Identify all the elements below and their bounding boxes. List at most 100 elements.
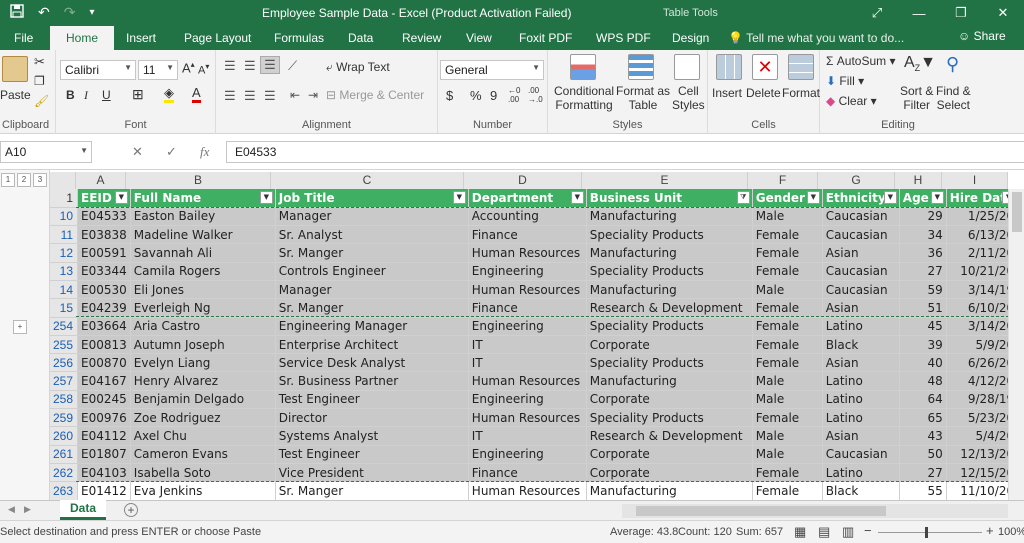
table-cell[interactable]: Manufacturing — [586, 280, 753, 300]
zoom-slider-track[interactable] — [878, 532, 982, 533]
font-size-combo[interactable]: 11 ▼ — [138, 60, 178, 80]
autosum-button[interactable]: Σ AutoSum ▾ — [826, 54, 895, 68]
table-cell[interactable]: Service Desk Analyst — [275, 353, 469, 373]
table-cell[interactable]: Cameron Evans — [130, 445, 276, 464]
table-cell[interactable]: Human Resources — [468, 243, 587, 263]
table-cell[interactable]: E04103 — [77, 463, 131, 483]
decrease-decimal-icon[interactable]: .00 →.0 — [528, 86, 543, 104]
table-cell[interactable]: E01807 — [77, 445, 131, 464]
redo-icon[interactable]: ↷ — [64, 4, 76, 21]
table-cell[interactable]: E00813 — [77, 335, 131, 355]
format-button[interactable]: Format — [782, 86, 820, 100]
align-center-icon[interactable]: ☰ — [244, 88, 256, 104]
column-header-c[interactable]: C — [271, 172, 464, 189]
table-cell[interactable]: Speciality Products — [586, 353, 753, 373]
increase-decimal-icon[interactable]: ←0.00 — [508, 86, 520, 104]
table-cell[interactable]: Manager — [275, 207, 469, 227]
table-cell[interactable]: Corporate — [586, 390, 753, 410]
table-cell[interactable]: 5/9/20 — [946, 335, 1019, 355]
horizontal-scrollbar[interactable] — [622, 504, 1008, 518]
orientation-icon[interactable]: ⟋ — [288, 58, 297, 74]
table-cell[interactable]: Speciality Products — [586, 262, 753, 281]
table-cell[interactable]: Asian — [822, 353, 900, 373]
header-cell[interactable]: Ethnicity ▼ — [822, 189, 900, 208]
enter-icon[interactable]: ✓ — [166, 144, 177, 160]
row-number[interactable]: 14 — [50, 280, 79, 300]
underline-button[interactable]: U — [102, 88, 111, 102]
tab-home[interactable]: Home — [50, 26, 115, 50]
table-cell[interactable]: Female — [752, 225, 823, 245]
minimize-icon[interactable]: — — [898, 0, 940, 26]
wrap-text-button[interactable]: ⤶ Wrap Text — [326, 60, 390, 75]
table-cell[interactable]: Accounting — [468, 207, 587, 227]
format-as-table-button[interactable]: Format as Table — [616, 84, 670, 112]
table-cell[interactable]: 59 — [899, 280, 947, 300]
table-cell[interactable]: Engineering — [468, 317, 587, 336]
table-cell[interactable]: 6/26/20 — [946, 353, 1019, 373]
table-cell[interactable]: 11/10/20 — [946, 481, 1019, 500]
column-header-h[interactable]: H — [895, 172, 942, 189]
table-cell[interactable]: 12/15/20 — [946, 463, 1019, 483]
table-cell[interactable]: Female — [752, 262, 823, 281]
table-cell[interactable]: 27 — [899, 463, 947, 483]
table-cell[interactable]: E00870 — [77, 353, 131, 373]
paste-button[interactable]: Paste — [0, 88, 31, 102]
table-cell[interactable]: 1/25/20 — [946, 207, 1019, 227]
table-cell[interactable]: Vice President — [275, 463, 469, 483]
table-cell[interactable]: Research & Development — [586, 426, 753, 446]
align-middle-icon[interactable]: ☰ — [244, 58, 256, 74]
fill-color-icon[interactable]: ◈ — [164, 86, 174, 103]
filter-dropdown-icon[interactable]: ▼ — [570, 191, 584, 204]
column-header-a[interactable]: A — [76, 172, 126, 189]
header-cell[interactable]: Job Title ▼ — [275, 189, 469, 208]
table-cell[interactable]: Human Resources — [468, 481, 587, 500]
table-cell[interactable]: 5/23/20 — [946, 408, 1019, 428]
row-number[interactable]: 12 — [50, 243, 79, 263]
filter-dropdown-icon[interactable]: ▼ — [259, 191, 273, 204]
table-cell[interactable]: 64 — [899, 390, 947, 410]
borders-icon[interactable]: ⊞ — [132, 86, 144, 103]
table-cell[interactable]: 4/12/20 — [946, 371, 1019, 391]
filter-dropdown-icon[interactable]: ▼ — [452, 191, 466, 204]
table-cell[interactable]: Male — [752, 426, 823, 446]
table-cell[interactable]: 3/14/20 — [946, 317, 1019, 336]
customize-qat-icon[interactable]: ▾ — [89, 7, 94, 21]
table-cell[interactable]: Finance — [468, 463, 587, 483]
table-cell[interactable]: Benjamin Delgado — [130, 390, 276, 410]
table-cell[interactable]: E04239 — [77, 298, 131, 318]
outline-level-1-button[interactable]: 1 — [1, 173, 15, 187]
insert-function-icon[interactable]: fx — [200, 144, 209, 160]
table-cell[interactable]: Finance — [468, 298, 587, 318]
table-cell[interactable]: Latino — [822, 371, 900, 391]
merge-center-button[interactable]: ⊟ Merge & Center — [326, 88, 424, 102]
row-number[interactable]: 262 — [50, 463, 79, 483]
table-cell[interactable]: 40 — [899, 353, 947, 373]
table-cell[interactable]: Black — [822, 481, 900, 500]
column-header-b[interactable]: B — [126, 172, 271, 189]
table-cell[interactable]: 48 — [899, 371, 947, 391]
table-cell[interactable]: Latino — [822, 463, 900, 483]
row-number[interactable]: 10 — [50, 207, 79, 227]
header-cell[interactable]: Business Unit ⧩ — [586, 189, 753, 208]
table-cell[interactable]: Male — [752, 280, 823, 300]
outline-expand-button[interactable]: + — [13, 320, 27, 334]
conditional-formatting-button[interactable]: Conditional Formatting — [554, 84, 614, 112]
page-layout-view-icon[interactable]: ▤ — [818, 524, 830, 540]
table-cell[interactable]: Easton Bailey — [130, 207, 276, 227]
table-cell[interactable]: E03664 — [77, 317, 131, 336]
table-cell[interactable]: E04112 — [77, 426, 131, 446]
tab-wps-pdf[interactable]: WPS PDF — [594, 26, 653, 50]
filter-dropdown-icon[interactable]: ▼ — [806, 191, 820, 204]
column-header-i[interactable]: I — [942, 172, 1008, 189]
table-cell[interactable]: 3/14/19 — [946, 280, 1019, 300]
table-cell[interactable]: Female — [752, 335, 823, 355]
vertical-scroll-thumb[interactable] — [1012, 192, 1022, 232]
table-cell[interactable]: 50 — [899, 445, 947, 464]
table-cell[interactable]: Madeline Walker — [130, 225, 276, 245]
normal-view-icon[interactable]: ▦ — [794, 524, 806, 540]
table-cell[interactable]: Aria Castro — [130, 317, 276, 336]
column-header-d[interactable]: D — [464, 172, 582, 189]
find-select-button[interactable]: Find & Select — [936, 84, 971, 112]
table-cell[interactable]: Speciality Products — [586, 408, 753, 428]
table-cell[interactable]: Asian — [822, 298, 900, 318]
